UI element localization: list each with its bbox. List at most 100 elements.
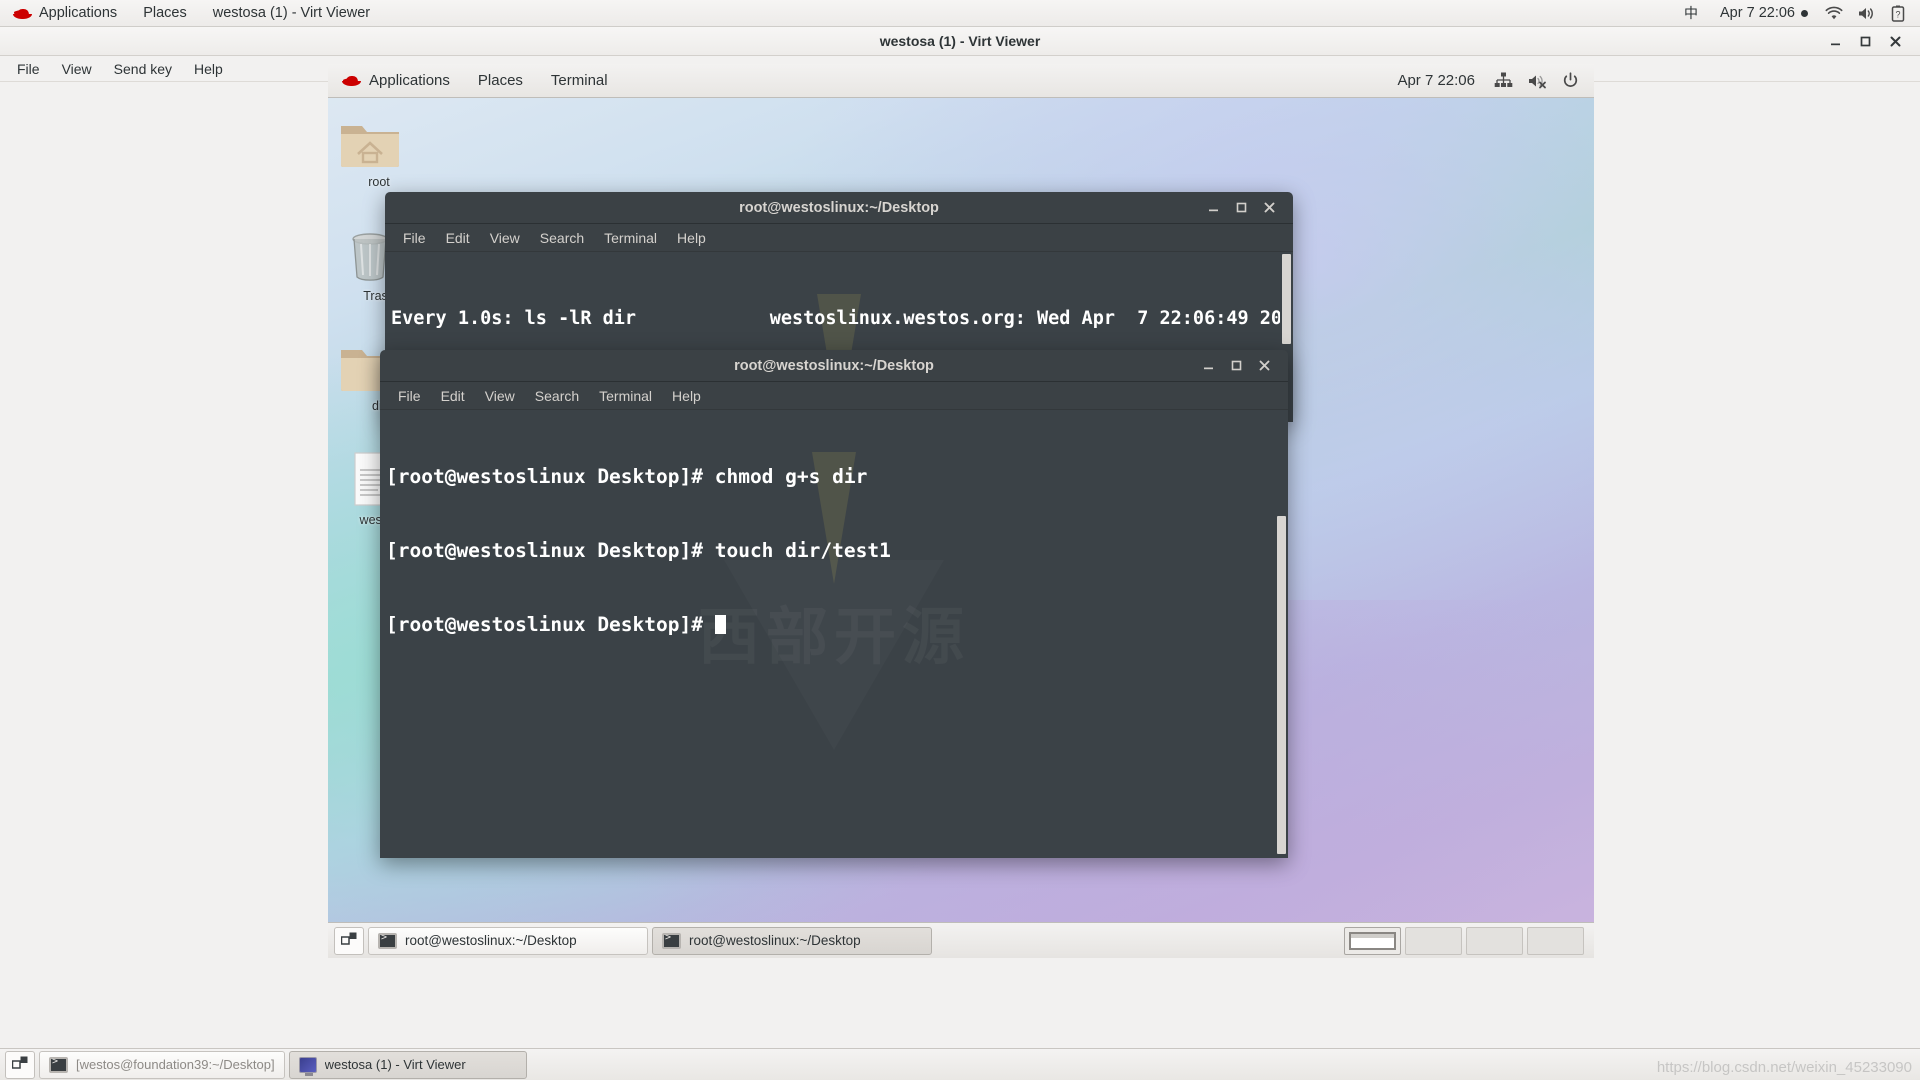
host-window-menu-label: westosa (1) - Virt Viewer xyxy=(212,5,371,21)
terminal-icon xyxy=(49,1056,68,1073)
terminal-front-body[interactable]: 西部开源 [root@westoslinux Desktop]# chmod g… xyxy=(380,410,1288,858)
workspace-switcher xyxy=(1344,926,1588,955)
workspace-3[interactable] xyxy=(1466,926,1523,955)
redhat-logo-icon xyxy=(13,7,32,20)
wifi-icon[interactable] xyxy=(1818,6,1850,21)
battery-icon[interactable]: ? xyxy=(1884,5,1912,22)
terminal-prompt-line: [root@westoslinux Desktop]# xyxy=(386,613,1288,638)
minimize-button[interactable] xyxy=(1820,28,1850,54)
host-applications-menu[interactable]: Applications xyxy=(0,0,130,26)
terminal-front-scrollbar[interactable] xyxy=(1275,410,1288,858)
show-desktop-button[interactable] xyxy=(334,926,364,955)
guest-applications-menu[interactable]: Applications xyxy=(328,64,464,97)
maximize-button[interactable] xyxy=(1227,194,1255,222)
svg-text:?: ? xyxy=(1895,9,1900,19)
host-clock-label: Apr 7 22:06 xyxy=(1720,5,1795,21)
volume-muted-icon[interactable] xyxy=(1520,73,1555,89)
desktop-icon-root-label: root xyxy=(368,175,390,189)
workspace-1[interactable] xyxy=(1344,926,1401,955)
workspace-window-preview xyxy=(1349,931,1396,950)
input-method-icon[interactable]: 中 xyxy=(1672,3,1710,23)
menu-view[interactable]: View xyxy=(475,388,525,404)
host-places-menu[interactable]: Places xyxy=(130,0,200,26)
terminal-front-output: [root@westoslinux Desktop]# chmod g+s di… xyxy=(380,410,1288,687)
terminal-icon xyxy=(378,932,397,949)
close-button[interactable] xyxy=(1880,28,1910,54)
terminal-line: [root@westoslinux Desktop]# touch dir/te… xyxy=(386,538,891,562)
home-folder-icon xyxy=(341,126,399,167)
close-button[interactable] xyxy=(1250,352,1278,380)
redhat-logo-icon xyxy=(342,74,361,87)
menu-help[interactable]: Help xyxy=(183,61,234,77)
host-taskbar: [westos@foundation39:~/Desktop] westosa … xyxy=(0,1048,1920,1080)
terminal-prompt: [root@westoslinux Desktop]# xyxy=(386,612,715,636)
taskbar-window-label: root@westoslinux:~/Desktop xyxy=(405,933,577,948)
guest-places-label: Places xyxy=(477,72,523,89)
terminal-front-titlebar[interactable]: root@westoslinux:~/Desktop xyxy=(380,350,1288,382)
terminal-line: Every 1.0s: ls -lR dir westoslinux.westo… xyxy=(391,307,1293,329)
desktop-icon-root[interactable]: root xyxy=(336,112,422,189)
virt-viewer-titlebar[interactable]: westosa (1) - Virt Viewer xyxy=(0,27,1920,56)
menu-file[interactable]: File xyxy=(6,61,51,77)
terminal-icon xyxy=(662,932,681,949)
host-taskbar-window-label: westosa (1) - Virt Viewer xyxy=(324,1057,466,1072)
terminal-window-front[interactable]: root@westoslinux:~/Desktop File Edit Vie… xyxy=(380,350,1288,858)
host-taskbar-window-label: [westos@foundation39:~/Desktop] xyxy=(76,1057,275,1072)
guest-top-panel: Applications Places Terminal Apr 7 22:06 xyxy=(328,64,1594,98)
menu-search[interactable]: Search xyxy=(525,388,589,404)
minimize-button[interactable] xyxy=(1194,352,1222,380)
minimize-button[interactable] xyxy=(1199,194,1227,222)
host-desktop: Applications Places westosa (1) - Virt V… xyxy=(0,0,1920,1080)
maximize-button[interactable] xyxy=(1850,28,1880,54)
workspace-2[interactable] xyxy=(1405,926,1462,955)
menu-terminal[interactable]: Terminal xyxy=(594,230,667,246)
guest-desktop: Applications Places Terminal Apr 7 22:06 xyxy=(328,64,1594,958)
terminal-front-menubar: File Edit View Search Terminal Help xyxy=(380,382,1288,410)
guest-terminal-label: Terminal xyxy=(550,72,608,89)
menu-file[interactable]: File xyxy=(393,230,436,246)
network-icon[interactable] xyxy=(1487,72,1520,89)
terminal-line: [root@westoslinux Desktop]# chmod g+s di… xyxy=(386,465,868,489)
workspace-4[interactable] xyxy=(1527,926,1584,955)
menu-help[interactable]: Help xyxy=(662,388,711,404)
menu-terminal[interactable]: Terminal xyxy=(589,388,662,404)
menu-file[interactable]: File xyxy=(388,388,431,404)
guest-applications-label: Applications xyxy=(369,72,450,89)
show-desktop-button[interactable] xyxy=(5,1050,35,1079)
menu-view[interactable]: View xyxy=(480,230,530,246)
maximize-button[interactable] xyxy=(1222,352,1250,380)
volume-icon[interactable] xyxy=(1850,6,1884,21)
host-taskbar-window-terminal[interactable]: [westos@foundation39:~/Desktop] xyxy=(39,1050,285,1079)
notification-dot-icon xyxy=(1801,9,1808,17)
scrollbar-thumb[interactable] xyxy=(1282,254,1291,344)
host-applications-label: Applications xyxy=(39,5,118,21)
menu-view[interactable]: View xyxy=(51,61,103,77)
terminal-back-menubar: File Edit View Search Terminal Help xyxy=(385,224,1293,252)
guest-taskbar: root@westoslinux:~/Desktop root@westosli… xyxy=(328,922,1594,958)
host-taskbar-window-virt-viewer[interactable]: westosa (1) - Virt Viewer xyxy=(288,1050,527,1079)
host-window-menu[interactable]: westosa (1) - Virt Viewer xyxy=(200,0,383,26)
taskbar-window-label: root@westoslinux:~/Desktop xyxy=(689,933,861,948)
terminal-front-title: root@westoslinux:~/Desktop xyxy=(734,357,934,374)
guest-places-menu[interactable]: Places xyxy=(464,64,537,97)
menu-edit[interactable]: Edit xyxy=(431,388,475,404)
host-clock[interactable]: Apr 7 22:06 xyxy=(1710,5,1818,21)
taskbar-window-terminal-2[interactable]: root@westoslinux:~/Desktop xyxy=(652,926,932,955)
taskbar-window-terminal-1[interactable]: root@westoslinux:~/Desktop xyxy=(368,926,648,955)
guest-clock[interactable]: Apr 7 22:06 xyxy=(1385,72,1487,89)
terminal-back-title: root@westoslinux:~/Desktop xyxy=(739,199,939,216)
menu-help[interactable]: Help xyxy=(667,230,716,246)
host-top-panel: Applications Places westosa (1) - Virt V… xyxy=(0,0,1920,27)
power-icon[interactable] xyxy=(1555,72,1586,89)
terminal-cursor xyxy=(714,614,726,634)
host-places-label: Places xyxy=(143,5,187,21)
menu-send-key[interactable]: Send key xyxy=(103,61,183,77)
terminal-back-titlebar[interactable]: root@westoslinux:~/Desktop xyxy=(385,192,1293,224)
guest-terminal-menu[interactable]: Terminal xyxy=(537,64,622,97)
virt-viewer-title: westosa (1) - Virt Viewer xyxy=(879,33,1041,49)
menu-search[interactable]: Search xyxy=(530,230,594,246)
scrollbar-thumb[interactable] xyxy=(1277,516,1286,854)
close-button[interactable] xyxy=(1255,194,1283,222)
menu-edit[interactable]: Edit xyxy=(436,230,480,246)
virt-viewer-icon xyxy=(298,1056,317,1076)
